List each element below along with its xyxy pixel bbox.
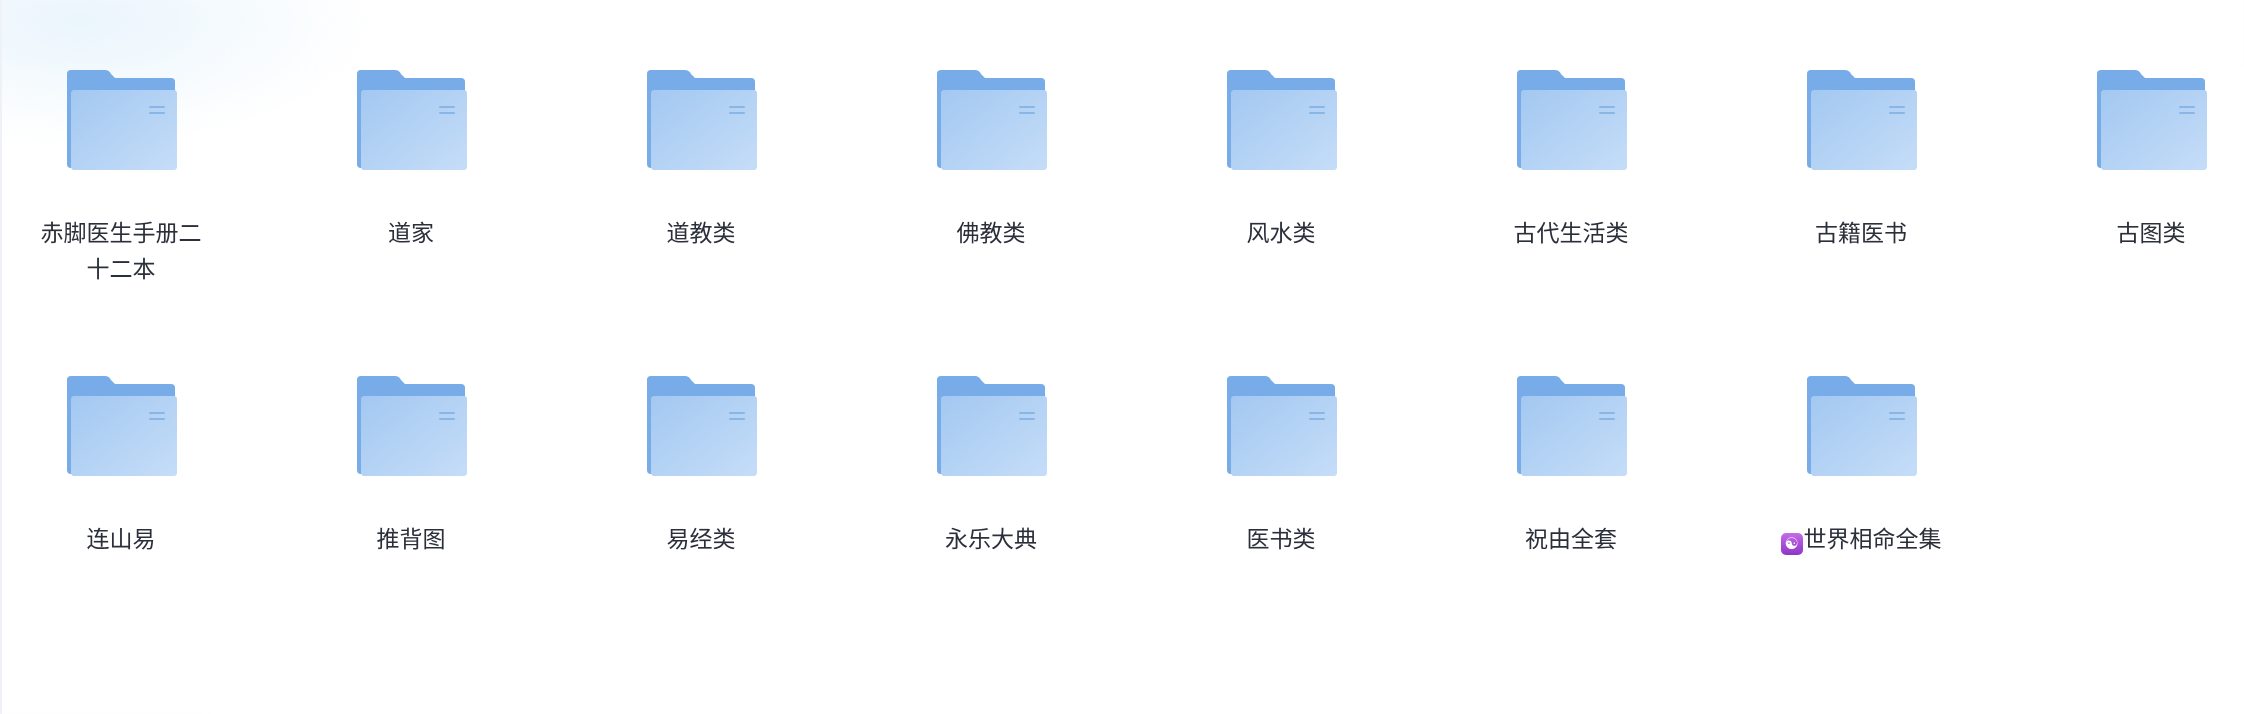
folder-name: 古籍医书: [1815, 221, 1907, 247]
folder-icon: [357, 376, 467, 476]
folder-name: 佛教类: [956, 221, 1026, 247]
folder-item[interactable]: 风水类: [1136, 68, 1426, 368]
folder-item[interactable]: 道家: [266, 68, 556, 368]
folder-name: 永乐大典: [945, 527, 1037, 553]
folder-name: 连山易: [86, 527, 156, 553]
folder-icon: [1517, 376, 1627, 476]
folder-icon: [67, 70, 177, 170]
folder-icon: [937, 70, 1047, 170]
folder-icon: [647, 376, 757, 476]
folder-item[interactable]: 永乐大典: [846, 374, 1136, 674]
folder-icon: [1807, 70, 1917, 170]
folder-icon: [1227, 70, 1337, 170]
folder-name: 医书类: [1246, 527, 1316, 553]
folder-name: ☯ 世界相命全集: [1776, 522, 1946, 558]
folder-icon: [357, 70, 467, 170]
yin-yang-icon: ☯: [1780, 533, 1803, 555]
folder-grid: 赤脚医生手册二十二本 道家 道教类 佛教类 风水类 古代生活类 古籍医书 古图类…: [0, 0, 2244, 714]
folder-item[interactable]: 古图类: [2006, 68, 2244, 368]
folder-name: 古图类: [2116, 221, 2186, 247]
folder-item[interactable]: 医书类: [1136, 374, 1426, 674]
folder-icon: [937, 376, 1047, 476]
folder-item[interactable]: 祝由全套: [1426, 374, 1716, 674]
folder-item[interactable]: 道教类: [556, 68, 846, 368]
folder-item[interactable]: 易经类: [556, 374, 846, 674]
folder-icon: [2097, 70, 2207, 170]
folder-icon: [1227, 376, 1337, 476]
folder-item[interactable]: ☯ 世界相命全集: [1716, 374, 2006, 674]
folder-name: 赤脚医生手册二十二本: [40, 221, 202, 283]
folder-item[interactable]: 推背图: [266, 374, 556, 674]
folder-icon: [1517, 70, 1627, 170]
folder-name: 道教类: [666, 221, 736, 247]
folder-name: 古代生活类: [1513, 221, 1629, 247]
folder-name: 道家: [388, 221, 434, 247]
folder-icon: [647, 70, 757, 170]
folder-item[interactable]: 佛教类: [846, 68, 1136, 368]
folder-icon: [67, 376, 177, 476]
folder-name: 推背图: [376, 527, 446, 553]
folder-item[interactable]: 赤脚医生手册二十二本: [0, 68, 266, 368]
folder-name: 祝由全套: [1525, 527, 1617, 553]
folder-item[interactable]: 古代生活类: [1426, 68, 1716, 368]
folder-name-text: 世界相命全集: [1803, 527, 1942, 553]
folder-item[interactable]: 古籍医书: [1716, 68, 2006, 368]
folder-name: 易经类: [666, 527, 736, 553]
folder-name: 风水类: [1246, 221, 1316, 247]
folder-icon: [1807, 376, 1917, 476]
folder-item[interactable]: 连山易: [0, 374, 266, 674]
